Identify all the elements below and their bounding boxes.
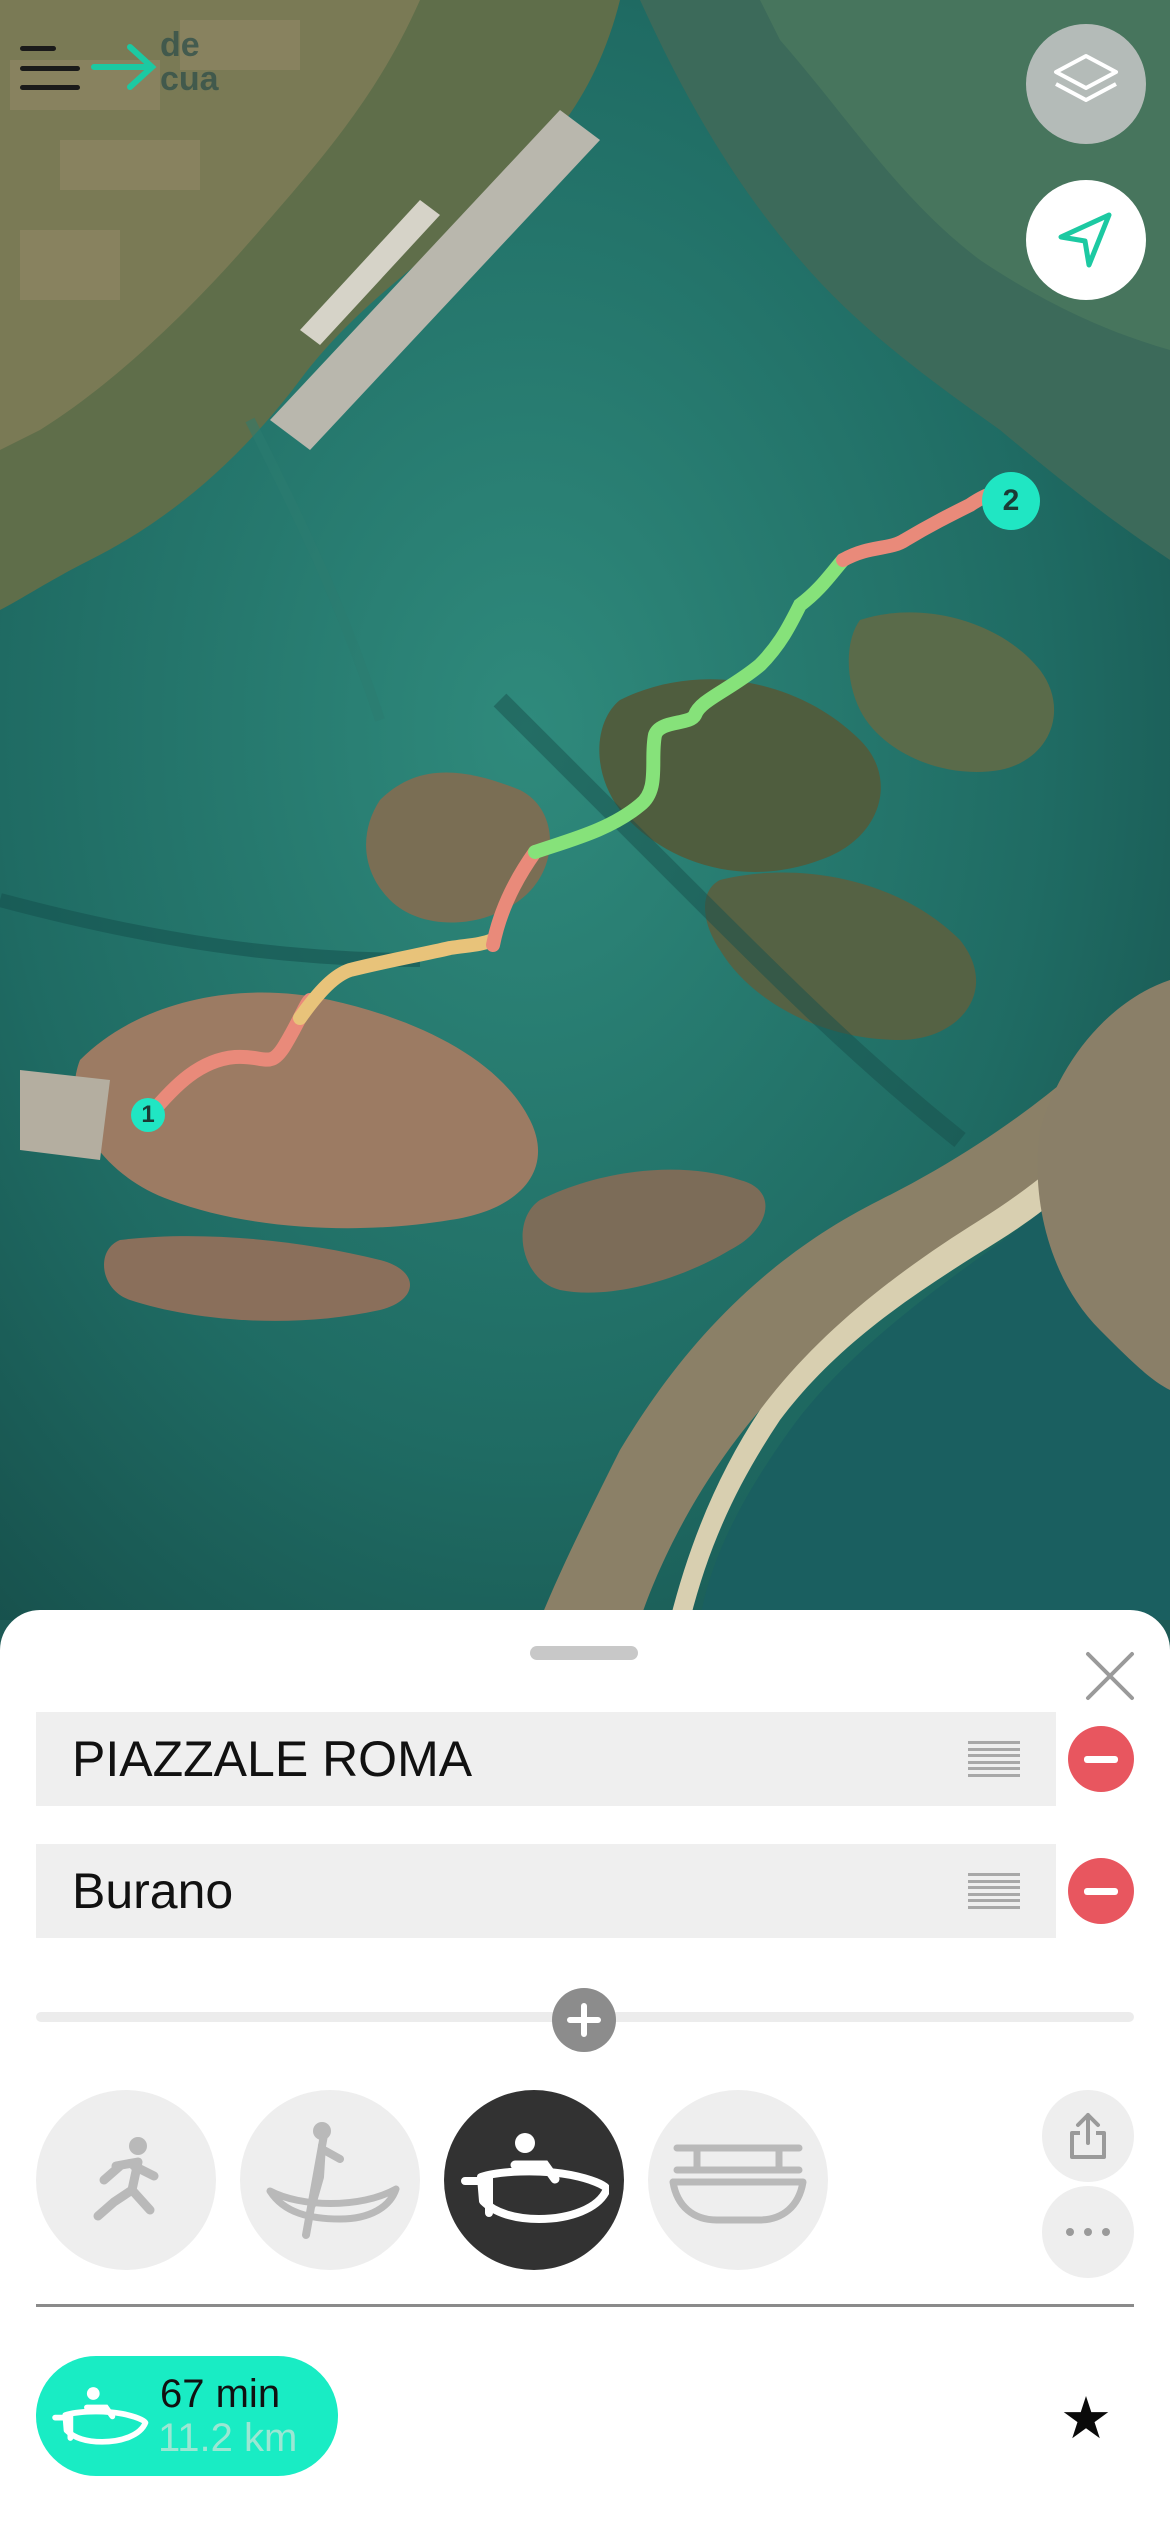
- close-icon: [1086, 1652, 1134, 1700]
- motorboat-icon: [461, 2133, 609, 2223]
- minus-icon: [1084, 1755, 1118, 1763]
- logo-text: cua: [160, 60, 219, 98]
- more-options-button[interactable]: [1042, 2186, 1134, 2278]
- section-divider: [36, 2304, 1134, 2307]
- layers-icon: [1054, 54, 1118, 102]
- mode-walking-button[interactable]: [36, 2090, 216, 2270]
- mode-motorboat-button[interactable]: [444, 2090, 624, 2270]
- drag-handle-icon[interactable]: [968, 1873, 1020, 1909]
- route-duration: 67 min: [160, 2372, 281, 2416]
- route-result-pill[interactable]: 67 min 11.2 km: [36, 2356, 338, 2476]
- plus-icon: [567, 2003, 601, 2037]
- motorboat-icon: [52, 2387, 149, 2445]
- stop-field-origin[interactable]: PIAZZALE ROMA: [36, 1712, 1056, 1806]
- stop-field-destination[interactable]: Burano: [36, 1844, 1056, 1938]
- share-button[interactable]: [1042, 2090, 1134, 2182]
- remove-stop-button[interactable]: [1068, 1726, 1134, 1792]
- remove-stop-button[interactable]: [1068, 1858, 1134, 1924]
- stop-name: Burano: [72, 1863, 234, 1919]
- close-button[interactable]: [1080, 1646, 1140, 1706]
- mode-gondola-button[interactable]: [240, 2090, 420, 2270]
- ferry-icon: [669, 2144, 807, 2224]
- gondola-icon: [266, 2122, 400, 2239]
- route-end-marker[interactable]: 2: [982, 472, 1040, 530]
- walking-icon: [93, 2137, 159, 2221]
- hamburger-icon[interactable]: [20, 46, 80, 90]
- route-planner-sheet: PIAZZALE ROMA Burano 67 min 11.2 km ★: [0, 1610, 1170, 2532]
- drag-handle-icon[interactable]: [968, 1741, 1020, 1777]
- app-logo: de cua: [90, 28, 250, 108]
- my-location-button[interactable]: [1026, 180, 1146, 300]
- favorite-star-icon[interactable]: ★: [1060, 2390, 1112, 2448]
- route-start-marker[interactable]: 1: [131, 1098, 165, 1132]
- add-stop-button[interactable]: [552, 1988, 616, 2052]
- map-layers-button[interactable]: [1026, 24, 1146, 144]
- share-icon: [1070, 2113, 1106, 2159]
- sheet-grabber[interactable]: [530, 1646, 638, 1660]
- route-line: [143, 486, 1017, 1122]
- route-distance: 11.2 km: [158, 2416, 298, 2460]
- ellipsis-icon: [1066, 2228, 1110, 2236]
- map-view[interactable]: 1 2 de cua: [0, 0, 1170, 1620]
- mode-ferry-button[interactable]: [648, 2090, 828, 2270]
- logo-text: de: [160, 26, 200, 64]
- minus-icon: [1084, 1887, 1118, 1895]
- stop-name: PIAZZALE ROMA: [72, 1731, 473, 1787]
- navigation-arrow-icon: [1058, 212, 1112, 268]
- app-header: de cua: [20, 28, 250, 108]
